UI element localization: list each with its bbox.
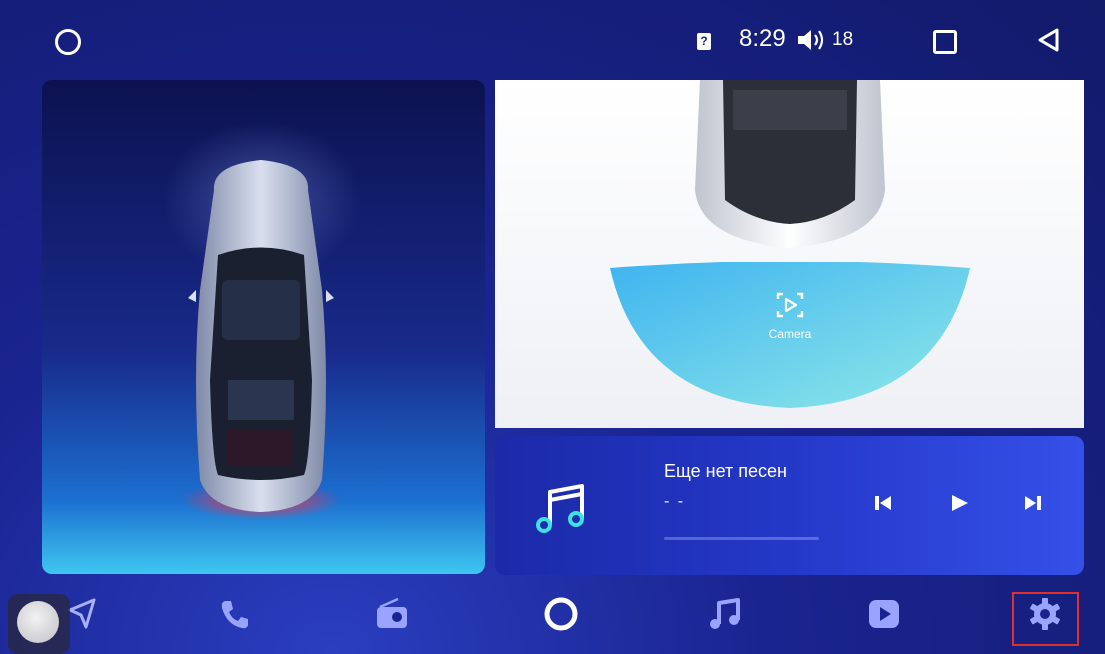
settings-selection-highlight xyxy=(1012,592,1079,646)
radio-icon[interactable] xyxy=(372,594,412,634)
song-progress-bar[interactable] xyxy=(664,537,819,540)
skip-previous-icon[interactable] xyxy=(872,492,894,514)
play-icon[interactable] xyxy=(948,492,970,514)
sim-unknown-icon: ? xyxy=(697,33,711,50)
camera-label: Camera xyxy=(768,327,812,341)
song-artist: - - xyxy=(664,493,686,510)
floating-ball-circle-icon xyxy=(17,601,59,643)
circle-icon[interactable] xyxy=(55,29,81,55)
video-play-icon[interactable] xyxy=(864,594,904,634)
camera-play-icon xyxy=(776,292,804,318)
music-note-icon[interactable] xyxy=(705,594,745,634)
square-icon[interactable] xyxy=(933,30,957,54)
phone-icon[interactable] xyxy=(215,594,255,634)
floating-assistive-ball[interactable] xyxy=(8,594,70,654)
car-status-panel[interactable] xyxy=(42,80,485,574)
clock: 8:29 xyxy=(739,25,786,52)
back-triangle-icon[interactable] xyxy=(1036,27,1062,53)
song-title: Еще нет песен xyxy=(664,461,787,481)
camera-button[interactable]: Camera xyxy=(759,290,821,360)
car-top-view-image xyxy=(181,160,341,520)
volume-icon[interactable] xyxy=(796,27,826,53)
skip-next-icon[interactable] xyxy=(1022,492,1044,514)
home-circle-icon[interactable] xyxy=(541,594,581,634)
volume-level: 18 xyxy=(832,29,854,50)
music-note-icon xyxy=(536,484,584,533)
